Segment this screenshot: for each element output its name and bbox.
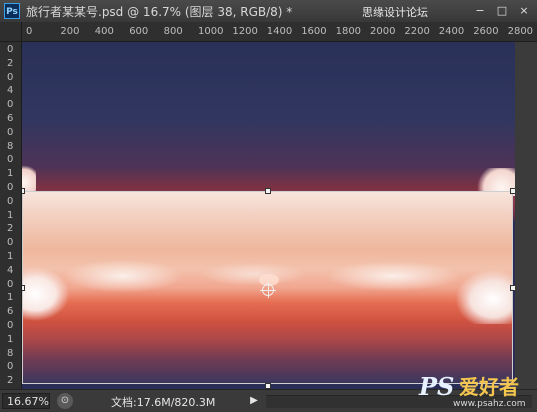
reference-point-icon[interactable]: [260, 282, 276, 298]
ruler-tick-label: 1: [7, 168, 14, 180]
zoom-field[interactable]: 16.67%: [2, 393, 50, 409]
document-info: 文档:17.6M/820.3M: [111, 396, 216, 409]
ruler-tick-label: 2: [7, 57, 14, 69]
ruler-tick-label: 0: [7, 195, 14, 207]
logo-ps-text: PS: [419, 372, 455, 401]
ruler-tick-label: 600: [129, 26, 149, 37]
ruler-origin[interactable]: [0, 22, 22, 42]
minimize-button[interactable]: −: [473, 4, 487, 17]
ruler-tick-label: 1000: [198, 26, 224, 37]
ruler-tick-label: 2000: [370, 26, 396, 37]
logo-url-text: www.psahz.com: [453, 399, 526, 409]
transform-handle-top[interactable]: [265, 188, 271, 194]
ruler-tick-label: 0: [7, 44, 14, 55]
ruler-tick-label: 0: [7, 182, 14, 193]
ruler-tick-label: 1800: [335, 26, 362, 37]
transform-handle-left[interactable]: [22, 285, 25, 291]
ruler-tick-label: 2200: [404, 26, 430, 37]
ruler-tick-label: 1: [7, 292, 14, 304]
ruler-tick-label: 4: [7, 264, 14, 276]
ruler-tick-label: 400: [94, 26, 114, 37]
transform-handle-top-left[interactable]: [22, 188, 25, 194]
horizontal-ruler[interactable]: 0 200 400 600 800 1000 1200 1400 1600 1800 2000 220…: [22, 22, 537, 42]
photoshop-icon[interactable]: Ps: [4, 3, 20, 19]
ruler-tick-label: 0: [7, 320, 14, 331]
ruler-tick-label: 6: [7, 113, 14, 124]
ruler-tick-label: 2600: [473, 26, 499, 37]
ruler-tick-label: 1: [7, 333, 14, 345]
ruler-tick-label: 800: [163, 26, 183, 37]
ruler-tick-label: 2400: [438, 26, 465, 37]
ruler-tick-label: 8: [7, 140, 14, 152]
title-bar: Ps 旅行者某某号.psd @ 16.7% (图层 38, RGB/8) * 思…: [0, 0, 537, 23]
ruler-tick-label: 2: [7, 375, 14, 387]
ruler-tick-label: 0: [7, 126, 14, 138]
vertical-ruler[interactable]: 0 2 0 4 0 6 0 8 0 1 0 0 1 2 0 1 4 0 1 6 0 1 8 0 2: [0, 42, 22, 389]
ruler-tick-label: 1400: [266, 26, 293, 37]
logo-cn-text: 爱好者: [459, 375, 519, 399]
canvas-gutter: [515, 42, 537, 389]
ruler-tick-label: 200: [60, 26, 80, 37]
ruler-tick-label: 0: [7, 278, 14, 290]
maximize-button[interactable]: □: [495, 4, 509, 17]
site-watermark: 思缘设计论坛: [362, 6, 428, 19]
ruler-tick-label: 0: [7, 71, 14, 83]
ruler-tick-label: 0: [7, 99, 14, 111]
ruler-tick-label: 0: [7, 154, 14, 166]
ruler-tick-label: 0: [7, 361, 14, 373]
document-canvas[interactable]: [22, 42, 515, 389]
ruler-tick-label: 0: [7, 237, 14, 249]
ruler-tick-label: 1: [7, 251, 14, 262]
export-icon[interactable]: ⊙: [57, 393, 73, 409]
ruler-tick-label: 4: [7, 85, 14, 97]
ruler-tick-label: 6: [7, 306, 14, 318]
ruler-tick-label: 1200: [232, 26, 258, 37]
ruler-tick-label: 8: [7, 347, 14, 359]
close-button[interactable]: ×: [517, 4, 531, 17]
ruler-tick-label: 1600: [301, 26, 327, 37]
psahz-logo: PS 爱好者 www.psahz.com: [419, 374, 531, 410]
ruler-tick-label: 0: [26, 26, 33, 37]
document-title: 旅行者某某号.psd @ 16.7% (图层 38, RGB/8) *: [26, 5, 293, 19]
window-controls: − □ ×: [473, 4, 531, 17]
ruler-tick-label: 1: [7, 209, 14, 221]
play-arrow-icon[interactable]: ▶: [247, 393, 261, 409]
status-bar: 16.67% ⊙ 文档:17.6M/820.3M ▶ PS 爱好者 www.ps…: [0, 374, 537, 412]
ruler-tick-label: 2: [7, 223, 14, 235]
ruler-tick-label: 2800: [507, 26, 534, 37]
